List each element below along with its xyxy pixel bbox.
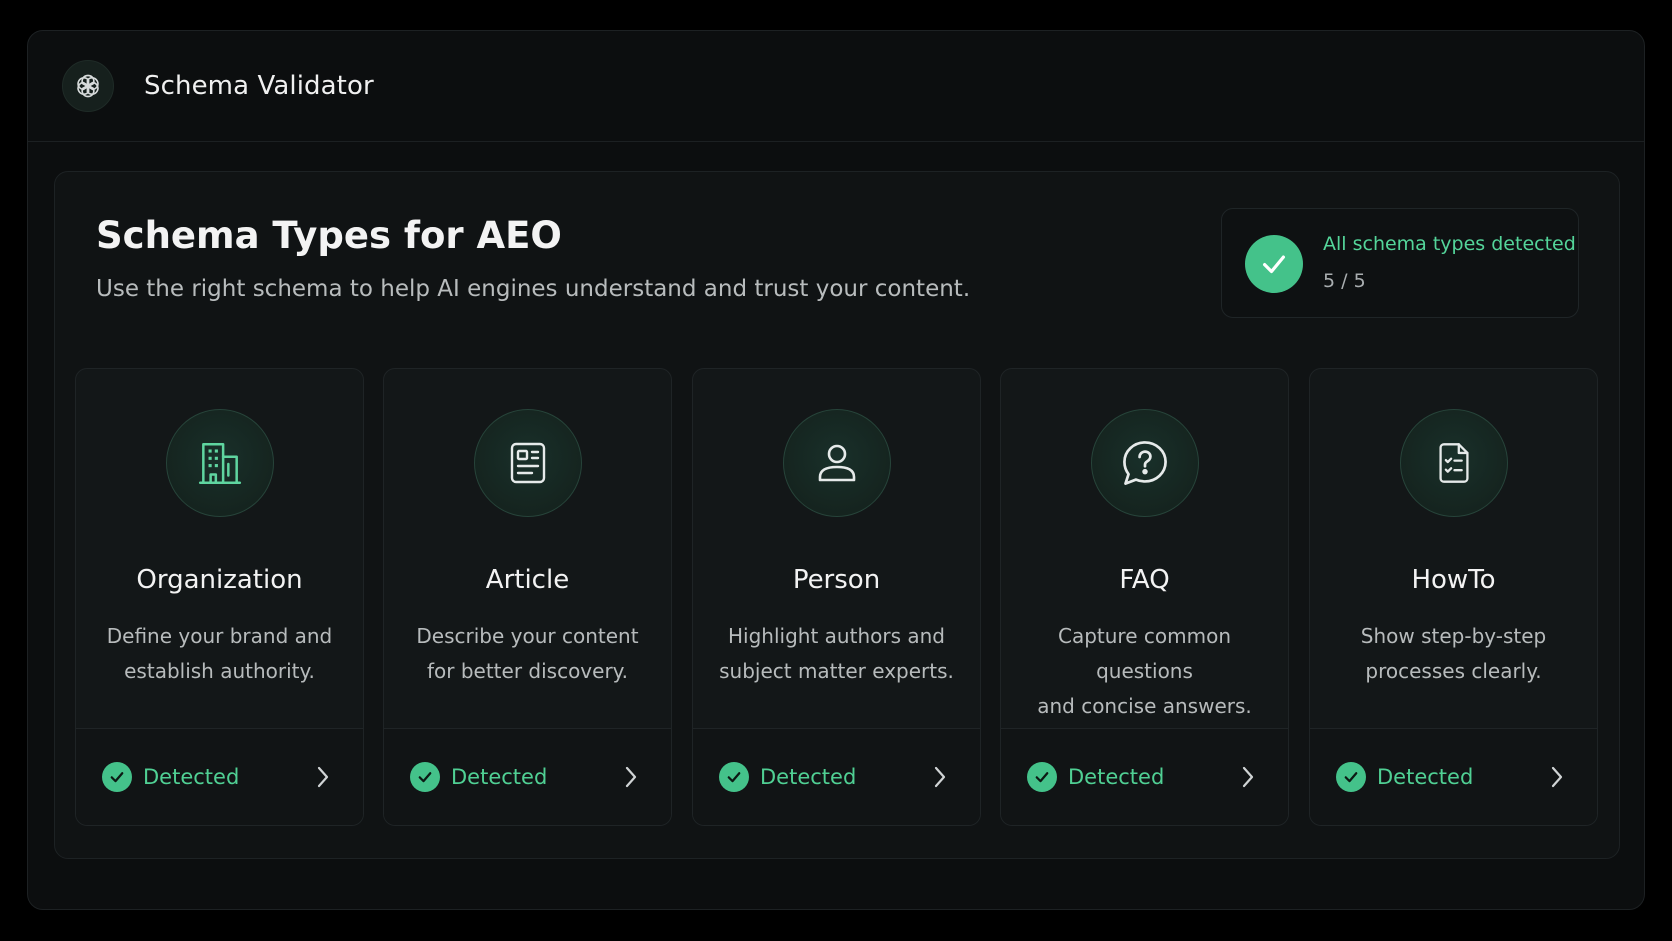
newspaper-icon [473,409,582,517]
card-title: Organization [136,565,303,595]
card-description-line: Capture common questions [1058,624,1231,683]
check-circle-icon [410,762,440,792]
check-circle-icon [719,762,749,792]
card-description-line: Highlight authors and [728,624,945,648]
check-circle-icon [1336,762,1366,792]
status-badge: Detected [1068,765,1165,789]
schema-card-faq[interactable]: FAQ Capture common questions and concise… [1000,368,1289,826]
card-description: Describe your content for better discove… [400,619,655,689]
status-badge: Detected [760,765,857,789]
card-description-line: subject matter experts. [719,659,954,683]
status-badge: Detected [1377,765,1474,789]
card-title: Article [485,565,570,595]
schema-card-organization[interactable]: Organization Define your brand and estab… [75,368,364,826]
card-footer[interactable]: Detected [384,728,671,825]
status-count: 5 / 5 [1323,270,1366,292]
card-description-line: Show step-by-step [1360,624,1547,648]
schema-card-person[interactable]: Person Highlight authors and subject mat… [692,368,981,826]
schema-card-article[interactable]: Article Describe your content for better… [383,368,672,826]
page-title: Schema Types for AEO [96,214,562,257]
card-title: Person [792,565,881,595]
card-description-line: Define your brand and [106,624,333,648]
card-description: Capture common questions and concise ans… [1017,619,1272,724]
app-header: Schema Validator [28,31,1644,142]
schema-card-howto[interactable]: HowTo Show step-by-step processes clearl… [1309,368,1598,826]
card-description: Highlight authors and subject matter exp… [709,619,964,689]
status-badge: Detected [451,765,548,789]
user-icon [782,409,891,517]
chevron-right-icon[interactable] [1547,763,1567,791]
check-circle-icon [102,762,132,792]
chevron-right-icon[interactable] [1238,763,1258,791]
card-description-line: processes clearly. [1365,659,1542,683]
chevron-right-icon[interactable] [930,763,950,791]
checklist-document-icon [1399,409,1508,517]
status-badge: Detected [143,765,240,789]
card-description-line: Describe your content [416,624,639,648]
app-window: Schema Validator Schema Types for AEO Us… [27,30,1645,910]
chevron-right-icon[interactable] [621,763,641,791]
card-description: Define your brand and establish authorit… [92,619,347,689]
status-label: All schema types detected [1323,233,1576,255]
openai-logo-icon [62,60,114,112]
card-description: Show step-by-step processes clearly. [1326,619,1581,689]
card-description-line: establish authority. [124,659,315,683]
schema-card-list: Organization Define your brand and estab… [75,368,1599,826]
card-description-line: and concise answers. [1037,694,1252,718]
chevron-right-icon[interactable] [313,763,333,791]
card-title: HowTo [1411,565,1496,595]
check-circle-icon [1027,762,1057,792]
card-description-line: for better discovery. [426,659,629,683]
page-subtitle: Use the right schema to help AI engines … [96,276,971,302]
app-title: Schema Validator [144,71,374,101]
question-bubble-icon [1090,409,1199,517]
check-circle-icon [1245,235,1303,293]
card-footer[interactable]: Detected [693,728,980,825]
card-title: FAQ [1119,565,1170,595]
status-summary: All schema types detected 5 / 5 [1221,208,1579,318]
card-footer[interactable]: Detected [76,728,363,825]
building-icon [165,409,274,517]
schema-types-panel: Schema Types for AEO Use the right schem… [54,171,1620,859]
card-footer[interactable]: Detected [1001,728,1288,825]
card-footer[interactable]: Detected [1310,728,1597,825]
